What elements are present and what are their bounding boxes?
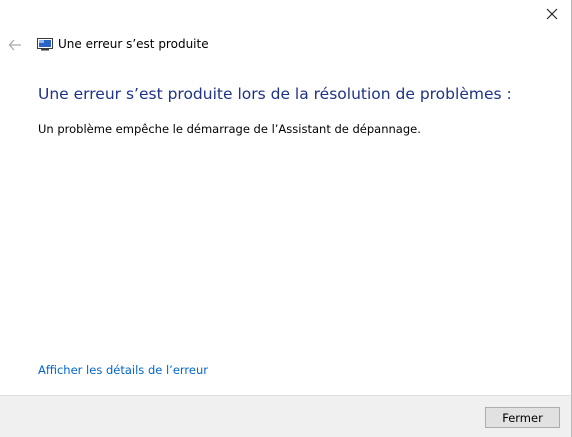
dialog-footer: Fermer <box>0 395 571 437</box>
close-button[interactable]: Fermer <box>485 407 560 428</box>
error-message: Un problème empêche le démarrage de l’As… <box>38 122 421 136</box>
troubleshooter-icon <box>37 38 53 51</box>
close-icon <box>546 8 558 20</box>
troubleshooter-error-dialog: Une erreur s’est produite Une erreur s’e… <box>0 0 572 437</box>
error-headline: Une erreur s’est produite lors de la rés… <box>38 85 512 103</box>
show-error-details-link[interactable]: Afficher les détails de l’erreur <box>38 363 208 377</box>
back-arrow-icon <box>8 39 21 51</box>
back-button[interactable] <box>6 36 24 54</box>
close-window-button[interactable] <box>539 2 565 26</box>
window-title: Une erreur s’est produite <box>58 37 209 51</box>
navigation-bar: Une erreur s’est produite <box>0 34 571 56</box>
